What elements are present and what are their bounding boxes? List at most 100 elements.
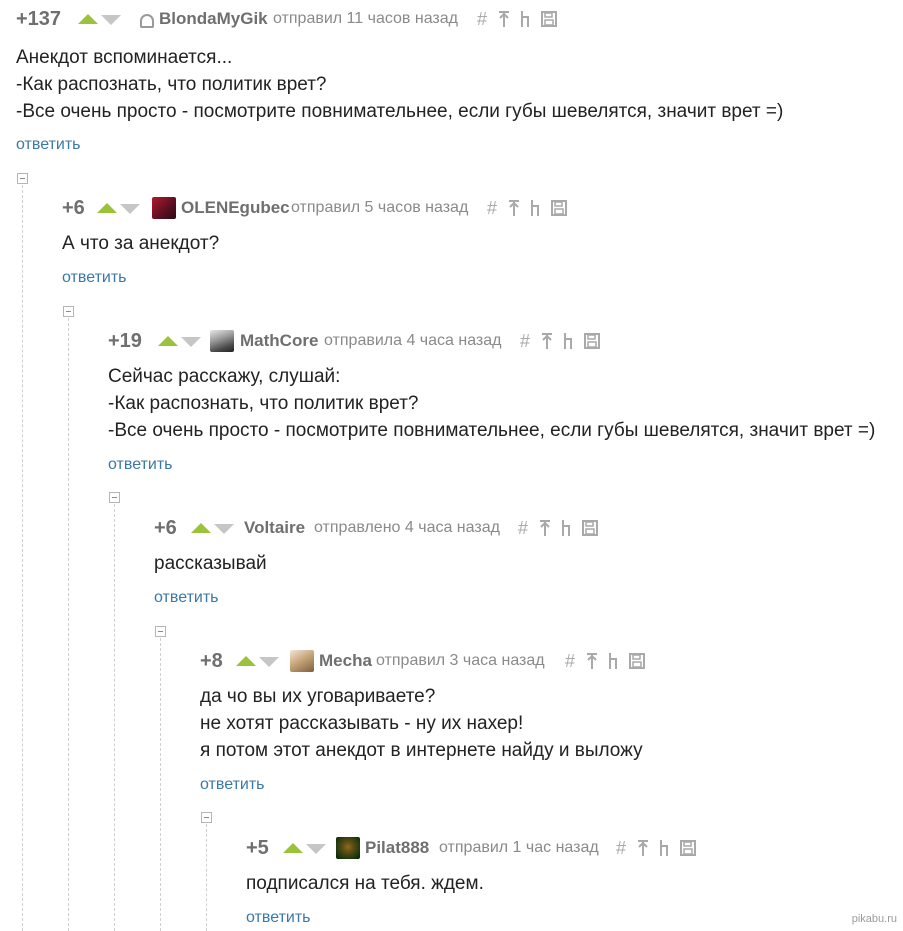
thread-icon[interactable] (558, 517, 576, 539)
link-icon[interactable]: # (612, 837, 630, 859)
vote-down-icon[interactable] (306, 844, 326, 854)
thread-line (22, 185, 23, 931)
collapse-thread-button[interactable] (63, 306, 74, 317)
vote-up-icon[interactable] (236, 656, 256, 666)
link-icon[interactable]: # (561, 650, 579, 672)
comment-mathcore: +19 MathCore отправила 4 часа назад # Се… (108, 330, 903, 480)
comment-time: отправлено 4 часа назад (314, 519, 500, 536)
comment-time: отправил 5 часов назад (291, 199, 469, 216)
thread-icon[interactable] (527, 197, 545, 219)
vote-up-icon[interactable] (283, 843, 303, 853)
comment-text: Анекдот вспоминается... -Как распознать,… (16, 44, 783, 125)
comment-line: я потом этот анекдот в интернете найду и… (200, 740, 643, 761)
vote-up-icon[interactable] (158, 336, 178, 346)
comment-line: -Все очень просто - посмотрите повнимате… (108, 420, 876, 441)
comment-rating: +6 (62, 197, 85, 219)
vote-down-icon[interactable] (181, 337, 201, 347)
comment-blondamygik: +137 BlondaMyGik отправил 11 часов назад… (16, 8, 896, 158)
thread-line (114, 504, 115, 931)
username[interactable]: OLENEgubec (181, 197, 290, 219)
save-icon[interactable] (678, 837, 696, 859)
comment-text: Сейчас расскажу, слушай: -Как распознать… (108, 363, 875, 444)
comment-voltaire: +6 Voltaire отправлено 4 часа назад # ра… (154, 517, 894, 617)
vote-down-icon[interactable] (101, 15, 121, 25)
reply-link[interactable]: ответить (246, 908, 311, 928)
comment-time: отправил 11 часов назад (273, 10, 458, 27)
comment-line: да чо вы их уговариваете? (200, 686, 436, 707)
save-icon[interactable] (580, 517, 598, 539)
comment-text: рассказывай (154, 550, 267, 577)
collapse-thread-button[interactable] (155, 626, 166, 637)
parent-icon[interactable] (634, 837, 652, 859)
avatar[interactable] (135, 8, 159, 30)
comment-line: А что за анекдот? (62, 233, 220, 254)
thread-icon[interactable] (560, 330, 578, 352)
comment-text: А что за анекдот? (62, 230, 219, 257)
comment-line: рассказывай (154, 553, 267, 574)
comment-line: Сейчас расскажу, слушай: (108, 366, 341, 387)
comment-rating: +6 (154, 517, 177, 539)
reply-link[interactable]: ответить (16, 135, 81, 155)
link-icon[interactable]: # (514, 517, 532, 539)
thread-line (68, 318, 69, 931)
thread-icon[interactable] (656, 837, 674, 859)
comment-text: да чо вы их уговариваете? не хотят расск… (200, 683, 643, 764)
comment-rating: +8 (200, 650, 223, 672)
collapse-thread-button[interactable] (109, 492, 120, 503)
username[interactable]: MathCore (240, 330, 318, 352)
link-icon[interactable]: # (483, 197, 501, 219)
comment-rating: +5 (246, 837, 269, 859)
comment-text: подписался на тебя. ждем. (246, 870, 484, 897)
comment-line: -Как распознать, что политик врет? (108, 393, 419, 414)
save-icon[interactable] (539, 8, 557, 30)
avatar[interactable] (152, 197, 176, 219)
vote-up-icon[interactable] (191, 523, 211, 533)
parent-icon[interactable] (495, 8, 513, 30)
thread-line (206, 824, 207, 931)
reply-link[interactable]: ответить (154, 588, 219, 608)
parent-icon[interactable] (538, 330, 556, 352)
comment-time: отправила 4 часа назад (324, 332, 502, 349)
reply-link[interactable]: ответить (200, 775, 265, 795)
comment-rating: +19 (108, 330, 142, 352)
thread-line (160, 638, 161, 931)
avatar[interactable] (290, 650, 314, 672)
comment-rating: +137 (16, 8, 62, 30)
watermark: pikabu.ru (851, 913, 897, 925)
link-icon[interactable]: # (516, 330, 534, 352)
avatar[interactable] (210, 330, 234, 352)
comment-line: не хотят рассказывать - ну их нахер! (200, 713, 524, 734)
link-icon[interactable]: # (473, 8, 491, 30)
comment-line: -Все очень просто - посмотрите повнимате… (16, 101, 784, 122)
collapse-thread-button[interactable] (17, 173, 28, 184)
vote-up-icon[interactable] (97, 203, 117, 213)
parent-icon[interactable] (505, 197, 523, 219)
avatar[interactable] (336, 837, 360, 859)
thread-icon[interactable] (605, 650, 623, 672)
reply-link[interactable]: ответить (62, 268, 127, 288)
username[interactable]: Pilat888 (365, 837, 429, 859)
comment-time: отправил 1 час назад (439, 839, 599, 856)
comment-mecha: +8 Mecha отправил 3 часа назад # да чо в… (200, 650, 900, 800)
vote-down-icon[interactable] (120, 204, 140, 214)
comment-pilat888: +5 Pilat888 отправил 1 час назад # подпи… (246, 837, 896, 931)
username[interactable]: BlondaMyGik (159, 8, 268, 30)
comment-line: подписался на тебя. ждем. (246, 873, 484, 894)
save-icon[interactable] (627, 650, 645, 672)
parent-icon[interactable] (583, 650, 601, 672)
reply-link[interactable]: ответить (108, 455, 173, 475)
comment-time: отправил 3 часа назад (376, 652, 545, 669)
save-icon[interactable] (582, 330, 600, 352)
collapse-thread-button[interactable] (201, 812, 212, 823)
thread-icon[interactable] (517, 8, 535, 30)
vote-down-icon[interactable] (214, 524, 234, 534)
save-icon[interactable] (549, 197, 567, 219)
vote-up-icon[interactable] (78, 14, 98, 24)
comment-olenegubec: +6 OLENEgubec отправил 5 часов назад # А… (62, 197, 892, 297)
username[interactable]: Voltaire (244, 517, 305, 539)
username[interactable]: Mecha (319, 650, 372, 672)
parent-icon[interactable] (536, 517, 554, 539)
vote-down-icon[interactable] (259, 657, 279, 667)
comment-line: Анекдот вспоминается... (16, 47, 233, 68)
comment-line: -Как распознать, что политик врет? (16, 74, 327, 95)
